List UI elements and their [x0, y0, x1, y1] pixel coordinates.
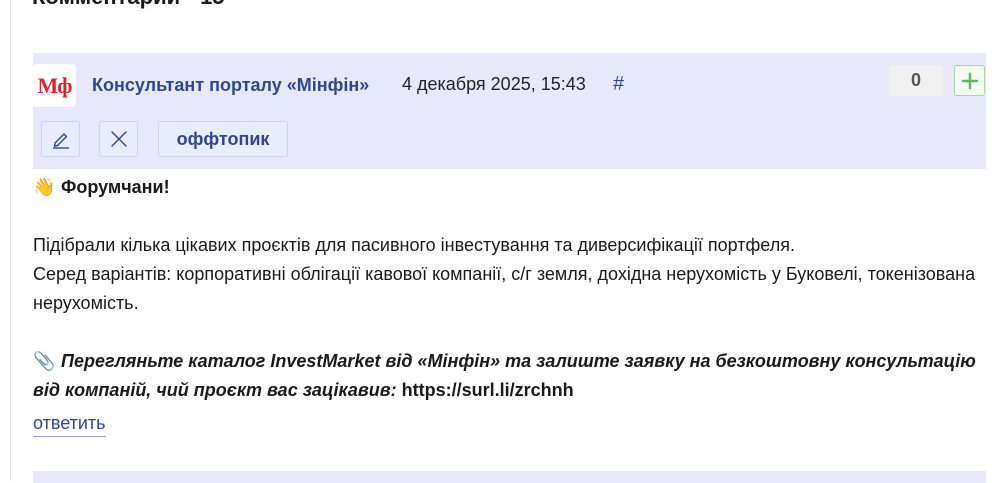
comment-line-1: Підібрали кілька цікавих проєктів для па… [33, 235, 795, 255]
comment-timestamp: 4 декабря 2025, 15:43 [402, 74, 586, 94]
comment-greeting: 👋 Форумчани! [33, 173, 983, 202]
left-divider [10, 0, 11, 481]
comment-cta: 📎 Перегляньте каталог InvestMarket від «М… [33, 347, 983, 405]
reply-link[interactable]: ответить [33, 413, 106, 437]
author-name-link[interactable]: Консультант порталу «Мінфін» [92, 75, 369, 96]
comments-section-title: Комментарии • 15 [32, 0, 225, 10]
comment-permalink[interactable]: # [613, 73, 624, 96]
greeting-text: Форумчани! [61, 177, 170, 197]
offtopic-button[interactable]: оффтопик [158, 121, 288, 157]
comment-paragraph: Підібрали кілька цікавих проєктів для па… [33, 231, 983, 318]
comment-rating: 0 [889, 65, 943, 96]
cta-link[interactable]: https://surl.li/zrchnh [402, 380, 574, 400]
author-avatar: Мф [33, 64, 76, 107]
close-icon [110, 131, 127, 147]
comment-body: 👋 Форумчани! Підібрали кілька цікавих про… [33, 173, 983, 405]
plus-icon [961, 72, 978, 89]
comment-header: Мф Консультант порталу «Мінфін» 4 декабр… [33, 53, 986, 169]
pencil-icon [52, 133, 69, 149]
comment-line-2: Серед варіантів: корпоративні облігації … [33, 264, 976, 313]
edit-button[interactable] [41, 121, 80, 157]
delete-button[interactable] [99, 121, 138, 157]
next-comment-header [33, 471, 986, 483]
waving-hand-icon: 👋 [33, 177, 56, 197]
upvote-button[interactable] [954, 65, 985, 96]
paperclip-icon: 📎 [33, 351, 56, 371]
